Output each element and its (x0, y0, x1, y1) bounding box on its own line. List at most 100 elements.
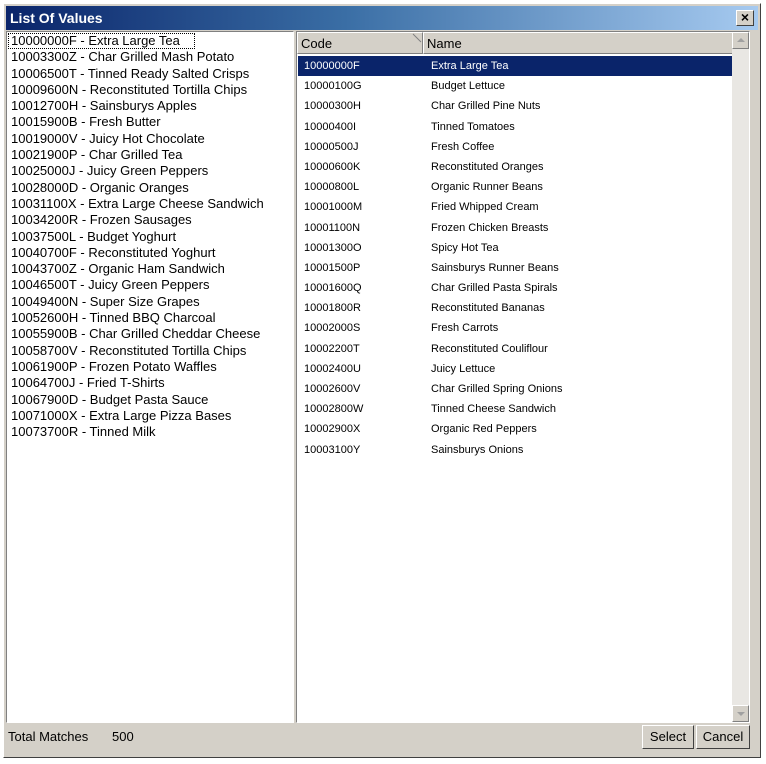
cell-code: 10003100Y (304, 443, 361, 456)
table-row[interactable]: 10002800W Tinned Cheese Sandwich (298, 399, 734, 419)
cell-code: 10002200T (304, 342, 360, 355)
window-title: List Of Values (10, 10, 103, 26)
cell-name: Reconstituted Couliflour (431, 342, 548, 355)
cell-code: 10002000S (304, 322, 361, 335)
list-item[interactable]: 10000000F - Extra Large Tea (8, 33, 195, 50)
cell-code: 10000400I (304, 120, 356, 133)
grid-rows: 10000000F Extra Large Tea 10000100G Budget … (298, 56, 734, 460)
table-row[interactable]: 10001800R Reconstituted Bananas (298, 298, 734, 318)
cell-name: Char Grilled Spring Onions (431, 383, 563, 395)
cell-name: Budget Lettuce (431, 80, 506, 93)
grid-header: Code Name (297, 32, 733, 54)
list-item[interactable]: 10031100X - Extra Large Cheese Sandwich (8, 196, 293, 212)
column-header-name[interactable]: Name (423, 32, 733, 54)
list-item[interactable]: 10015900B - Fresh Butter (8, 114, 293, 130)
list-item[interactable]: 10073700R - Tinned Milk (8, 424, 293, 440)
vertical-scrollbar[interactable] (732, 32, 749, 722)
table-row[interactable]: 10003100Y Sainsburys Onions (298, 440, 734, 460)
cell-code: 10001500P (304, 261, 361, 274)
list-item[interactable]: 10064700J - Fried T-Shirts (8, 375, 293, 391)
cell-name: Frozen Chicken Breasts (431, 221, 549, 234)
list-item[interactable]: 10019000V - Juicy Hot Chocolate (8, 131, 293, 147)
list-item[interactable]: 10040700F - Reconstituted Yoghurt (8, 245, 293, 261)
table-row[interactable]: 10000100G Budget Lettuce (298, 76, 734, 96)
status-bar: Total Matches 500 Select Cancel (6, 724, 750, 750)
title-bar[interactable]: List Of Values × (6, 6, 758, 30)
table-row[interactable]: 10000300H Char Grilled Pine Nuts (298, 96, 734, 116)
table-row[interactable]: 10002400U Juicy Lettuce (298, 359, 734, 379)
list-item[interactable]: 10067900D - Budget Pasta Sauce (8, 392, 293, 408)
column-header-name-label: Name (427, 36, 462, 51)
column-header-code-label: Code (301, 36, 333, 51)
table-row[interactable]: 10001500P Sainsburys Runner Beans (298, 258, 734, 278)
cell-name: Fresh Coffee (431, 140, 495, 153)
cell-name: Reconstituted Bananas (431, 302, 545, 315)
scroll-down-button[interactable] (732, 705, 749, 722)
cell-code: 10001800R (304, 302, 361, 315)
list-item[interactable]: 10046500T - Juicy Green Peppers (8, 277, 293, 293)
list-item[interactable]: 10034200R - Frozen Sausages (8, 212, 293, 228)
table-row[interactable]: 10000500J Fresh Coffee (298, 137, 734, 157)
cancel-button[interactable]: Cancel (696, 725, 750, 749)
arrow-down-icon (737, 712, 745, 716)
cell-name: Extra Large Tea (431, 60, 509, 72)
values-list[interactable]: 10000000F - Extra Large Tea 10003300Z - C… (6, 31, 294, 723)
cell-name: Organic Red Peppers (431, 423, 537, 436)
column-header-code[interactable]: Code (297, 32, 423, 54)
list-item[interactable]: 10012700H - Sainsburys Apples (8, 98, 293, 114)
list-item[interactable]: 10052600H - Tinned BBQ Charcoal (8, 310, 293, 326)
table-row[interactable]: 10002600V Char Grilled Spring Onions (298, 379, 734, 399)
total-matches-label: Total Matches (8, 729, 89, 744)
cell-code: 10000300H (304, 100, 361, 113)
cell-name: Char Grilled Pine Nuts (431, 100, 541, 113)
table-row[interactable]: 10000600K Reconstituted Oranges (298, 157, 734, 177)
values-list-items: 10000000F - Extra Large Tea 10003300Z - C… (7, 32, 293, 440)
cell-name: Sainsburys Runner Beans (431, 261, 559, 274)
cell-code: 10000000F (304, 60, 360, 72)
list-item[interactable]: 10037500L - Budget Yoghurt (8, 229, 293, 245)
list-item[interactable]: 10058700V - Reconstituted Tortilla Chips (8, 343, 293, 359)
arrow-up-icon (737, 38, 745, 42)
list-item[interactable]: 10006500T - Tinned Ready Salted Crisps (8, 66, 293, 82)
table-row[interactable]: 10000800L Organic Runner Beans (298, 177, 734, 197)
list-item[interactable]: 10028000D - Organic Oranges (8, 180, 293, 196)
cell-name: Sainsburys Onions (431, 443, 524, 456)
cell-code: 10001000M (304, 201, 363, 214)
list-item[interactable]: 10003300Z - Char Grilled Mash Potato (8, 49, 293, 65)
cell-name: Organic Runner Beans (431, 181, 543, 194)
total-matches-count: 500 (112, 729, 134, 744)
cell-name: Tinned Tomatoes (431, 120, 515, 133)
cell-code: 10002800W (304, 403, 364, 416)
list-item[interactable]: 10061900P - Frozen Potato Waffles (8, 359, 293, 375)
cell-name: Fresh Carrots (431, 322, 499, 335)
cell-code: 10002400U (304, 362, 361, 375)
list-item[interactable]: 10025000J - Juicy Green Peppers (8, 163, 293, 179)
scroll-up-button[interactable] (732, 32, 749, 49)
close-button[interactable]: × (736, 10, 754, 26)
list-item[interactable]: 10021900P - Char Grilled Tea (8, 147, 293, 163)
cell-name: Fried Whipped Cream (431, 201, 539, 214)
table-row[interactable]: 10002000S Fresh Carrots (298, 318, 734, 338)
cell-name: Char Grilled Pasta Spirals (431, 282, 558, 295)
cell-code: 10000500J (304, 140, 359, 153)
table-row[interactable]: 10002200T Reconstituted Couliflour (298, 339, 734, 359)
list-item[interactable]: 10049400N - Super Size Grapes (8, 294, 293, 310)
results-grid[interactable]: Code Name 10000000F Extra Large Tea 100001… (296, 31, 750, 723)
table-row[interactable]: 10001100N Frozen Chicken Breasts (298, 218, 734, 238)
list-item[interactable]: 10055900B - Char Grilled Cheddar Cheese (8, 326, 293, 342)
cell-name: Juicy Lettuce (431, 362, 496, 375)
table-row[interactable]: 10000400I Tinned Tomatoes (298, 117, 734, 137)
table-row[interactable]: 10000000F Extra Large Tea (298, 56, 734, 77)
cell-code: 10002600V (304, 383, 361, 395)
cell-code: 10001300O (304, 241, 362, 254)
list-item[interactable]: 10071000X - Extra Large Pizza Bases (8, 408, 293, 424)
list-item[interactable]: 10009600N - Reconstituted Tortilla Chips (8, 82, 293, 98)
table-row[interactable]: 10001000M Fried Whipped Cream (298, 197, 734, 217)
table-row[interactable]: 10002900X Organic Red Peppers (298, 419, 734, 439)
cell-name: Tinned Cheese Sandwich (431, 403, 556, 416)
list-item[interactable]: 10043700Z - Organic Ham Sandwich (8, 261, 293, 277)
table-row[interactable]: 10001600Q Char Grilled Pasta Spirals (298, 278, 734, 298)
select-button[interactable]: Select (642, 725, 694, 749)
table-row[interactable]: 10001300O Spicy Hot Tea (298, 238, 734, 258)
cell-code: 10000100G (304, 80, 362, 93)
